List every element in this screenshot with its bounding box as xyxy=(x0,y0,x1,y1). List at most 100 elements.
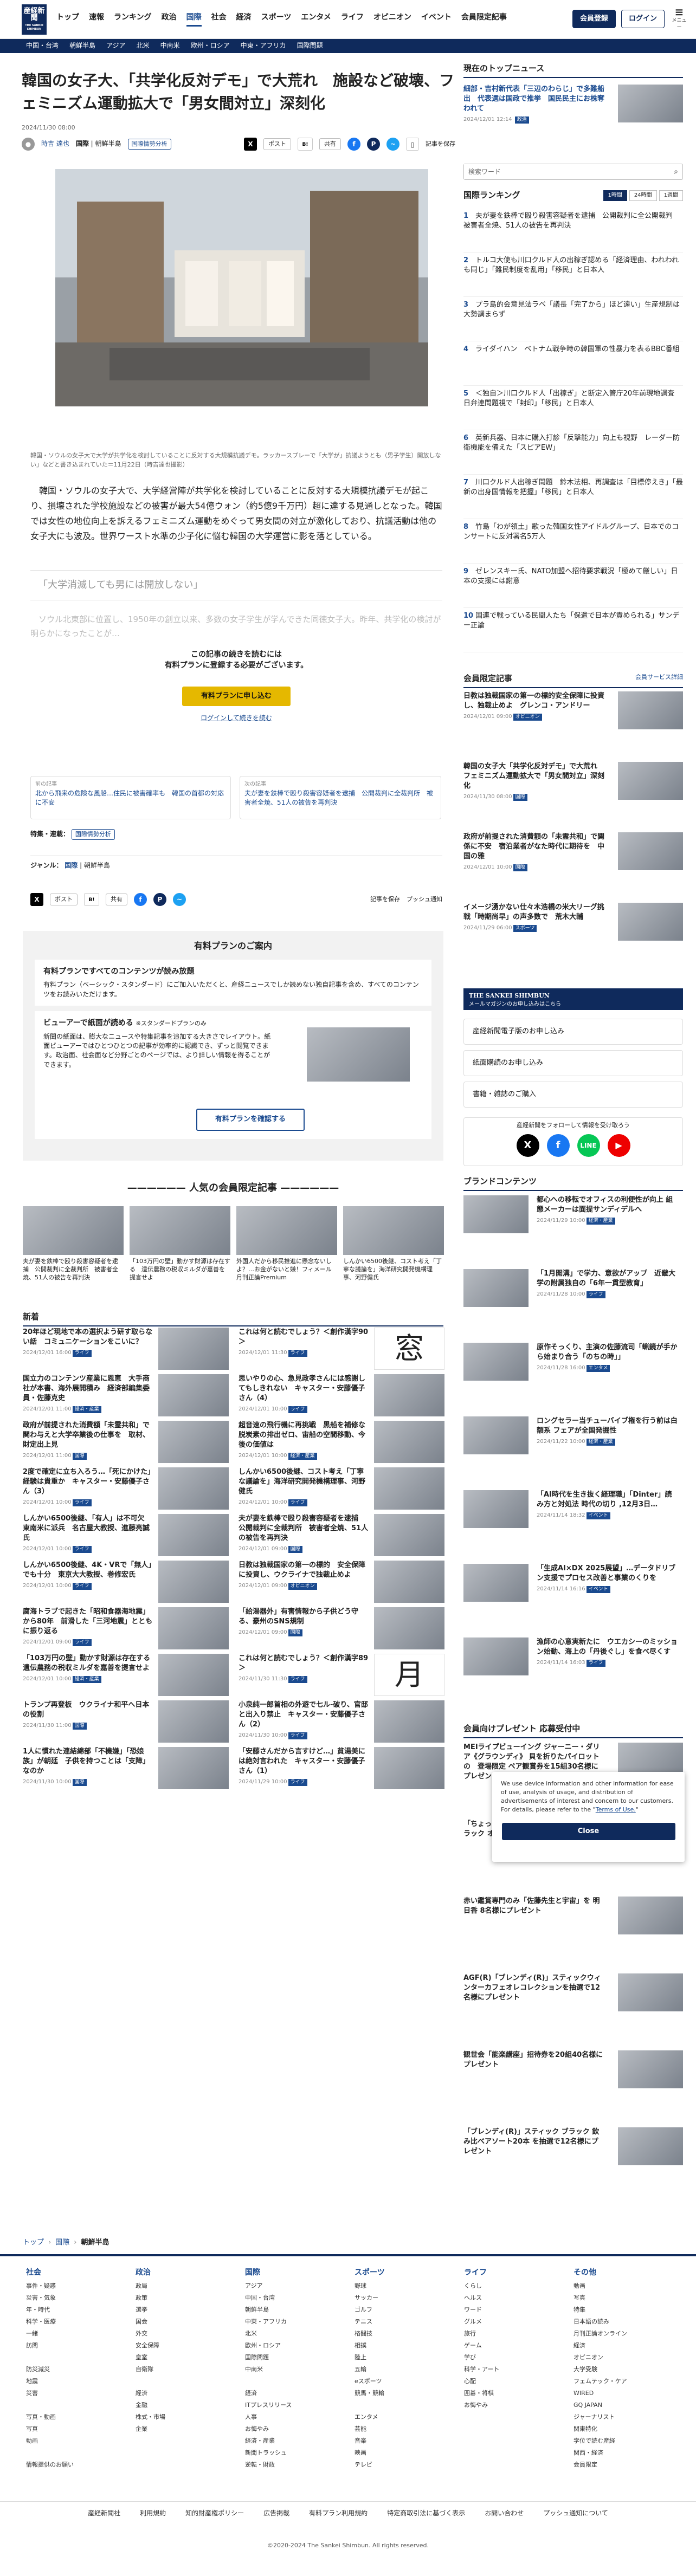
brand-item[interactable]: 「AI時代を生き抜く経理職」「Dinter」読み方と対処法 時代の切り ,12月… xyxy=(463,1490,683,1530)
footer-link[interactable]: 写真・動画 xyxy=(26,2411,129,2423)
footer-link[interactable]: お悔やみ xyxy=(464,2399,567,2411)
hatena-icon[interactable]: B! xyxy=(298,137,313,151)
footer-link[interactable]: 五輪 xyxy=(355,2364,457,2376)
news-item[interactable]: 「安藤さんだから言すけど…」貧湯美には絶対言われた キャスター・安藤優子さん（1… xyxy=(239,1747,444,1792)
footer-link[interactable]: 自衛隊 xyxy=(136,2364,239,2376)
footer-link[interactable]: 芸能 xyxy=(355,2423,457,2435)
legal-link[interactable]: 知的財産権ポリシー xyxy=(185,2509,244,2517)
footer-link[interactable]: 経済・産業 xyxy=(245,2435,348,2447)
legal-link[interactable]: お問い合わせ xyxy=(485,2509,524,2517)
footer-link[interactable]: 陸上 xyxy=(355,2352,457,2364)
footer-link[interactable]: 旅行 xyxy=(464,2328,567,2340)
footer-link[interactable]: ゲーム xyxy=(464,2340,567,2352)
footer-link[interactable]: 特集 xyxy=(573,2304,676,2316)
footer-link[interactable]: 朝鮮半島 xyxy=(245,2304,348,2316)
footer-link[interactable]: アジア xyxy=(245,2280,348,2292)
x-icon[interactable]: X xyxy=(30,893,43,906)
series-badge[interactable]: 国際情勢分析 xyxy=(127,138,171,150)
bluesky-icon[interactable]: ~ xyxy=(386,137,399,151)
member-item[interactable]: 日教は独裁国家の第一の標的安全保障に投資し、独裁止めよ グレンコ・アンドリー 20… xyxy=(463,691,683,732)
footer-link[interactable]: 科学・医療 xyxy=(26,2316,129,2328)
footer-link[interactable]: 心配 xyxy=(464,2376,567,2387)
feature-tag[interactable]: 国際情勢分析 xyxy=(71,829,115,840)
youtube-icon[interactable]: ▶ xyxy=(607,1134,630,1157)
news-item[interactable]: しんかい6500後継、「有人」は不可欠 東南米に派兵 名古屋大教授、進藤亮誠氏 2… xyxy=(23,1514,229,1559)
member-service-link[interactable]: 会員サービス詳細 xyxy=(635,673,683,685)
popular-item[interactable]: 「103万円の壁」動かす財源は存在する 遺伝農務の税収ミルダが嘉善を提言せよ xyxy=(130,1206,230,1287)
news-item[interactable]: 小泉純一郎首相の外遊で七ル-破り、官邸と出入り禁止 キャスター・安藤優子さん（2… xyxy=(239,1700,444,1746)
news-item[interactable]: しんかい6500後継、コスト考え「丁寧な議論を」海洋研究開発機構理事、河野健氏 2… xyxy=(239,1467,444,1513)
footer-link[interactable]: 月刊正論オンライン xyxy=(573,2328,676,2340)
bookmark-icon[interactable]: ▯ xyxy=(406,137,419,151)
footer-link[interactable]: 国会 xyxy=(136,2316,239,2328)
category-link[interactable]: 国際 | 朝鮮半島 xyxy=(76,139,121,148)
signup-button[interactable]: 会員登録 xyxy=(572,9,616,29)
nav-item[interactable]: 経済 xyxy=(236,12,252,27)
news-item[interactable]: 日教は独裁国家の第一の標的 安全保障に投資し、ウクライナで独裁止めよ 2024/1… xyxy=(239,1561,444,1606)
save-article-label[interactable]: 記事を保存 xyxy=(426,140,455,148)
nav-item[interactable]: トップ xyxy=(56,12,79,27)
member-item[interactable]: イメージ湧かない仕々木浩橋の米大リーグ挑戦「時期尚早」の声多数で 荒木大輔 202… xyxy=(463,903,683,943)
login-to-read-link[interactable]: ログインして続きを読む xyxy=(30,714,442,723)
line-icon[interactable]: LINE xyxy=(577,1134,600,1157)
footer-link[interactable]: 政局 xyxy=(136,2280,239,2292)
footer-link[interactable]: 中国・台湾 xyxy=(245,2292,348,2304)
x-icon[interactable]: X xyxy=(516,1134,539,1157)
ranking-tab[interactable]: 1週間 xyxy=(659,190,683,202)
gift-item[interactable]: 赤い鑑賞専門のみ「佐藤先生と宇宙」を 明日香 8名様にプレゼント xyxy=(463,1897,683,1937)
gift-item[interactable]: AGF(R)「ブレンディ(R)」スティックウィンターカフェオレコレクションを抽選… xyxy=(463,1973,683,2014)
check-plan-button[interactable]: 有料プランを確認する xyxy=(196,1109,305,1131)
share-button[interactable]: 共有 xyxy=(106,894,127,905)
footer-link[interactable]: eスポーツ xyxy=(355,2376,457,2387)
ranking-item[interactable]: 5 ＜独自＞川口クルド人「出稼ぎ」と断定入管庁20年前現地調査 日弁連問題視で「封… xyxy=(463,389,683,430)
footer-link[interactable]: 動画 xyxy=(26,2435,129,2447)
facebook-icon[interactable]: f xyxy=(546,1134,570,1157)
footer-link[interactable]: 国際問題 xyxy=(245,2352,348,2364)
popular-item[interactable]: 夫が妻を鉄棒で殴り殺害容疑者を逮捕 公開裁判に全裁判所 被害者全焼、51人の被告… xyxy=(23,1206,124,1287)
member-item[interactable]: 韓国の女子大「共学化反対デモ」で大荒れ フェミニズム運動拡大で「男女間対立」深刻… xyxy=(463,762,683,802)
footer-link[interactable]: 相撲 xyxy=(355,2340,457,2352)
footer-link[interactable]: 年・時代 xyxy=(26,2304,129,2316)
terms-link[interactable]: Terms of Use. xyxy=(596,1806,636,1813)
nav-item[interactable]: オピニオン xyxy=(373,12,411,27)
ranking-tab[interactable]: 1時間 xyxy=(603,190,627,202)
footer-link[interactable]: 中南米 xyxy=(245,2364,348,2376)
breadcrumb-item[interactable]: 朝鮮半島 xyxy=(81,2238,109,2248)
footer-link[interactable]: 災害・気象 xyxy=(26,2292,129,2304)
nav-item[interactable]: 政治 xyxy=(162,12,177,27)
legal-link[interactable]: 有料プラン利用規約 xyxy=(309,2509,368,2517)
subscribe-button[interactable]: 有料プランに申し込む xyxy=(182,686,291,707)
footer-link[interactable]: 政策 xyxy=(136,2292,239,2304)
service-link[interactable]: 産経新聞電子版のお申し込み xyxy=(463,1019,683,1045)
footer-link[interactable]: 人事 xyxy=(245,2411,348,2423)
news-item[interactable]: トランプ再登板 ウクライナ和平へ日本の役割 2024/11/30 11:00 国際 xyxy=(23,1700,229,1746)
footer-link[interactable]: ジャーナリスト xyxy=(573,2411,676,2423)
share-button[interactable]: 共有 xyxy=(319,138,341,150)
footer-link[interactable]: サッカー xyxy=(355,2292,457,2304)
footer-link[interactable]: 競馬・競輪 xyxy=(355,2387,457,2399)
subnav-item[interactable]: 中東・アフリカ xyxy=(241,41,286,50)
footer-link[interactable]: テレビ xyxy=(355,2459,457,2471)
author-name[interactable]: 時吉 達也 xyxy=(41,139,69,148)
footer-link[interactable]: 訪問 xyxy=(26,2340,129,2352)
ranking-item[interactable]: 2 トルコ大使も川口クルド人の出稼ぎ認める「経済理由、われわれも同じ」「難民制度を… xyxy=(463,256,683,297)
footer-link[interactable]: 事件・疑惑 xyxy=(26,2280,129,2292)
subnav-item[interactable]: 中南米 xyxy=(160,41,180,50)
ranking-item[interactable]: 3 プラ島的会意見法ラベ「議長「完了から」ほど遠い」生産規制は大勢調まらず xyxy=(463,300,683,341)
ranking-item[interactable]: 7 川口クルド人出稼ぎ問題 鈴木法相、再調査は「目標停えき」「最新の出身国情報を把… xyxy=(463,478,683,519)
nav-item[interactable]: ランキング xyxy=(114,12,152,27)
footer-link[interactable]: GQ JAPAN xyxy=(573,2399,676,2411)
footer-column-title[interactable]: その他 xyxy=(573,2265,676,2280)
topnews-item[interactable]: 細部・吉村新代表「三辺のわらじ」で多難船出 代表選は国政で推挙 国民民主にお株奪… xyxy=(463,85,683,125)
cookie-close-button[interactable]: Close xyxy=(501,1823,675,1840)
ranking-tab[interactable]: 24時間 xyxy=(629,190,657,202)
post-button[interactable]: ポスト xyxy=(263,138,291,150)
footer-link[interactable]: WIRED xyxy=(573,2387,676,2399)
footer-link[interactable]: 逆転・財政 xyxy=(245,2459,348,2471)
footer-link[interactable]: 地震 xyxy=(26,2376,129,2387)
footer-link[interactable]: テニス xyxy=(355,2316,457,2328)
footer-link[interactable]: 野球 xyxy=(355,2280,457,2292)
next-article[interactable]: 次の記事 夫が妻を鉄棒で殴り殺害容疑者を逮捕 公開裁判に全裁判所 被害者全焼、5… xyxy=(240,776,441,819)
menu-button[interactable]: ≡ メニュー xyxy=(670,7,688,31)
footer-link[interactable]: 経済 xyxy=(245,2387,348,2399)
